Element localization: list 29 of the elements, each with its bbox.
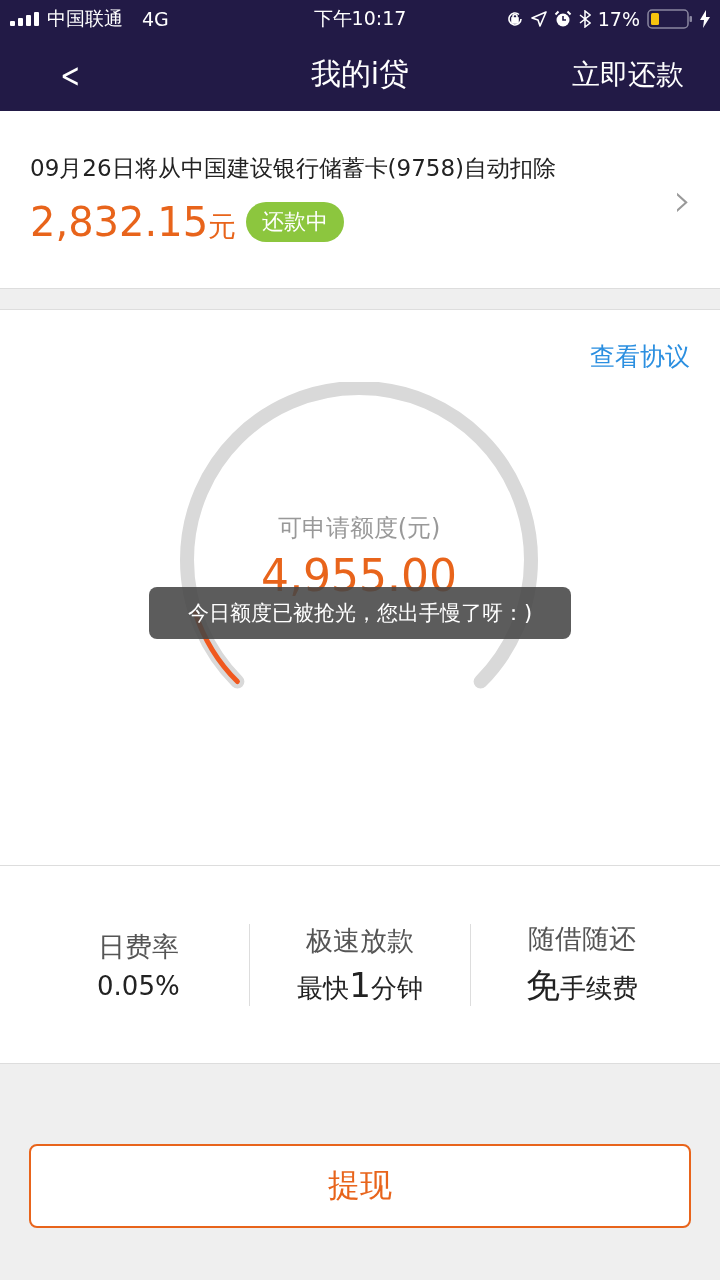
repayment-notice: 09月26日将从中国建设银行储蓄卡(9758)自动扣除 bbox=[30, 154, 556, 183]
feature-value: 免手续费 bbox=[525, 963, 638, 1007]
bluetooth-icon bbox=[578, 10, 591, 28]
feature-value: 0.05% bbox=[97, 970, 180, 1001]
alarm-clock-icon bbox=[553, 10, 572, 28]
carrier-name: 中国联通 bbox=[47, 6, 123, 31]
amount-unit: 元 bbox=[208, 209, 237, 245]
chevron-icon: › bbox=[673, 172, 692, 227]
feature-value: 最快1分钟 bbox=[297, 965, 423, 1006]
back-button[interactable]: < bbox=[56, 54, 85, 95]
repayment-amount: 2,832.15 bbox=[30, 199, 209, 245]
feature-title: 随借随还 bbox=[527, 921, 636, 956]
status-time: 下午10:17 bbox=[313, 6, 407, 31]
battery-percent: 17% bbox=[597, 8, 640, 30]
view-agreement-link[interactable]: 查看协议 bbox=[590, 340, 690, 373]
status-badge: 还款中 bbox=[246, 202, 345, 242]
credit-label: 可申请额度(元) bbox=[277, 513, 441, 544]
charging-bolt-icon bbox=[700, 10, 710, 28]
toast-message: 今日额度已被抢光，您出手慢了呀：) bbox=[149, 587, 571, 639]
location-arrow-icon bbox=[530, 11, 547, 27]
rotation-lock-icon bbox=[505, 10, 524, 28]
repayment-card[interactable]: 09月26日将从中国建设银行储蓄卡(9758)自动扣除 2,832.15元 还款中 › bbox=[0, 111, 720, 289]
page-title: 我的i贷 bbox=[310, 55, 410, 93]
signal-icon bbox=[10, 12, 40, 26]
battery-icon bbox=[647, 9, 693, 29]
network-type: 4G bbox=[142, 8, 169, 30]
feature-title: 日费率 bbox=[97, 929, 179, 964]
feature-title: 极速放款 bbox=[306, 924, 414, 958]
repay-now-button[interactable]: 立即还款 bbox=[572, 55, 684, 94]
